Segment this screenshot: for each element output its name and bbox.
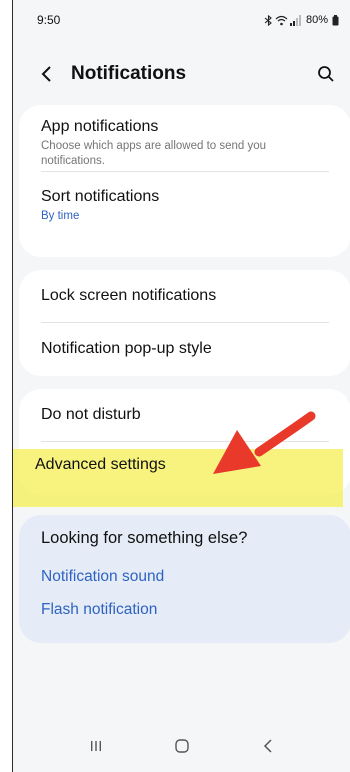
battery-icon <box>332 14 339 25</box>
home-icon <box>175 739 189 753</box>
battery-percent: 80% <box>305 14 328 26</box>
back-button[interactable] <box>31 59 61 89</box>
notifications-card-advanced: Do not disturb <box>19 389 350 495</box>
recent-apps-icon <box>91 741 101 751</box>
lock-screen-notifications-item[interactable]: Lock screen notifications <box>19 270 350 322</box>
notifications-card-display: Lock screen notifications Notification p… <box>19 270 350 376</box>
sort-notifications-title: Sort notifications <box>41 188 160 205</box>
status-bar: 9:50 80% <box>13 0 350 40</box>
search-button[interactable] <box>311 59 341 89</box>
sort-notifications-value: By time <box>41 210 80 222</box>
do-not-disturb-title: Do not disturb <box>41 406 141 423</box>
looking-for-card: Looking for something else? Notification… <box>19 515 350 643</box>
status-right: 80% <box>264 14 339 26</box>
status-icons <box>264 14 302 26</box>
notification-sound-link[interactable]: Notification sound <box>41 568 164 586</box>
navigation-bar <box>13 720 350 772</box>
back-icon <box>263 739 272 753</box>
popup-style-item[interactable]: Notification pop-up style <box>19 323 350 375</box>
divider <box>41 441 329 442</box>
search-icon <box>318 66 334 82</box>
flash-notification-link[interactable]: Flash notification <box>41 601 157 619</box>
wifi-icon <box>275 15 288 25</box>
recent-apps-button[interactable] <box>76 731 116 761</box>
chevron-left-icon <box>41 66 51 82</box>
popup-style-title: Notification pop-up style <box>41 340 212 357</box>
sort-notifications-item[interactable]: Sort notifications By time <box>19 172 350 242</box>
lock-screen-notifications-title: Lock screen notifications <box>41 287 217 304</box>
home-button[interactable] <box>162 731 202 761</box>
page-title: Notifications <box>71 63 187 84</box>
notifications-card-apps: App notifications Choose which apps are … <box>19 105 350 257</box>
app-notifications-title: App notifications <box>41 118 159 135</box>
status-time: 9:50 <box>37 13 61 27</box>
bluetooth-icon <box>264 14 272 26</box>
do-not-disturb-item[interactable]: Do not disturb <box>19 389 350 441</box>
app-notifications-item[interactable]: App notifications Choose which apps are … <box>19 105 350 171</box>
signal-icon <box>289 14 301 26</box>
looking-for-heading: Looking for something else? <box>41 529 248 547</box>
advanced-settings-item[interactable]: Advanced settings <box>35 456 166 474</box>
app-notifications-subtitle: Choose which apps are allowed to send yo… <box>41 140 267 167</box>
phone-screen: 9:50 80% Notifications App notifications… <box>12 0 350 772</box>
nav-back-button[interactable] <box>248 731 288 761</box>
app-header: Notifications <box>13 54 350 94</box>
